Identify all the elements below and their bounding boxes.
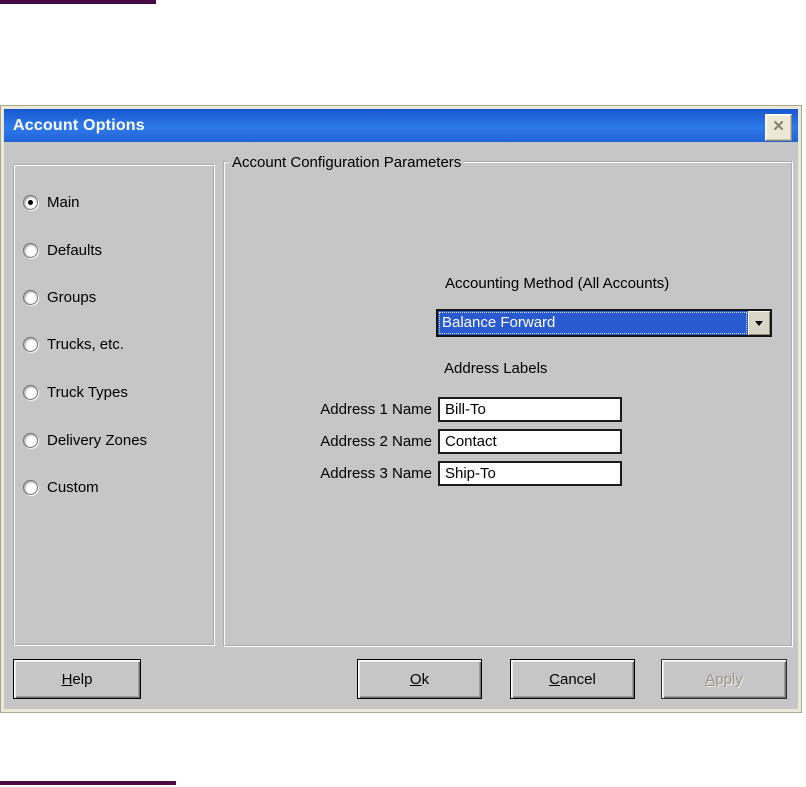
radio-label: Custom: [47, 479, 99, 496]
help-button[interactable]: Help: [13, 659, 141, 699]
radio-icon: [23, 290, 38, 305]
help-button-label: elp: [72, 670, 93, 688]
sidebar-groupbox: Main Defaults Groups Trucks, etc. Truck …: [13, 164, 215, 646]
accounting-method-select[interactable]: Balance Forward: [436, 309, 772, 337]
radio-label: Main: [47, 194, 80, 211]
address-labels-heading: Address Labels: [444, 360, 548, 377]
dialog-title: Account Options: [13, 117, 145, 134]
address-2-label: Address 2 Name: [320, 433, 432, 450]
radio-icon: [23, 480, 38, 495]
radio-option-main[interactable]: Main: [23, 194, 80, 211]
background-window-edge-bottom: [0, 781, 176, 785]
address-3-name-input[interactable]: [438, 461, 622, 486]
close-icon: ×: [772, 116, 785, 137]
background-window-edge-top: [0, 0, 156, 4]
radio-option-trucks[interactable]: Trucks, etc.: [23, 336, 124, 353]
config-groupbox: Account Configuration Parameters Account…: [223, 154, 793, 647]
close-button[interactable]: ×: [765, 114, 792, 141]
cancel-button-accesskey: C: [549, 670, 560, 688]
cancel-button-label: ancel: [559, 670, 596, 688]
ok-button-label: k: [421, 670, 430, 688]
radio-label: Defaults: [47, 242, 103, 259]
radio-icon: [23, 385, 38, 400]
radio-label: Truck Types: [47, 384, 128, 401]
dialog-body: Main Defaults Groups Trucks, etc. Truck …: [4, 142, 798, 709]
address-1-label: Address 1 Name: [320, 401, 432, 418]
accounting-method-label: Accounting Method (All Accounts): [445, 275, 670, 292]
radio-label: Delivery Zones: [47, 432, 148, 449]
radio-label: Groups: [47, 289, 97, 306]
radio-option-truck-types[interactable]: Truck Types: [23, 384, 128, 401]
radio-icon: [23, 433, 38, 448]
radio-option-groups[interactable]: Groups: [23, 289, 96, 306]
radio-option-defaults[interactable]: Defaults: [23, 242, 102, 259]
dialog-titlebar[interactable]: Account Options ×: [4, 109, 798, 142]
apply-button: Apply: [661, 659, 787, 699]
ok-button[interactable]: Ok: [357, 659, 482, 699]
ok-button-accesskey: O: [409, 670, 422, 688]
accounting-method-value: Balance Forward: [438, 311, 748, 335]
cancel-button[interactable]: Cancel: [510, 659, 635, 699]
chevron-down-icon: [755, 320, 763, 326]
account-options-dialog: Account Options × Main Defaults Groups T…: [0, 105, 802, 713]
radio-option-custom[interactable]: Custom: [23, 479, 99, 496]
radio-option-delivery-zones[interactable]: Delivery Zones: [23, 432, 147, 449]
radio-icon: [23, 243, 38, 258]
combobox-dropdown-button[interactable]: [748, 311, 770, 335]
radio-icon: [23, 337, 38, 352]
apply-button-label: pply: [715, 670, 743, 688]
help-button-accesskey: H: [61, 670, 73, 688]
groupbox-title: Account Configuration Parameters: [229, 154, 465, 171]
address-2-name-input[interactable]: [438, 429, 622, 454]
radio-icon: [23, 195, 38, 210]
radio-label: Trucks, etc.: [47, 336, 124, 353]
apply-button-accesskey: A: [705, 670, 716, 688]
address-3-label: Address 3 Name: [320, 465, 432, 482]
address-1-name-input[interactable]: [438, 397, 622, 422]
